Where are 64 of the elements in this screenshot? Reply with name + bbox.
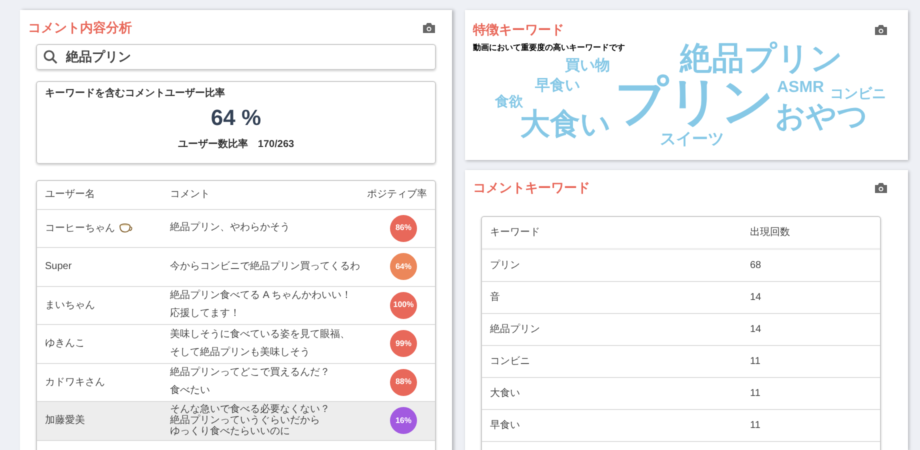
camera-icon[interactable] — [874, 182, 888, 194]
positive-rate-badge: 100% — [390, 292, 417, 319]
comment-row[interactable]: ゆきんこ 美味しそうに食べている姿を見て眼福、 そして絶品プリンも美味しそう 99% — [37, 325, 435, 364]
comment-text: そんな急いで食べる必要なくない？ 絶品プリンっていうぐらいだから ゆっくり食べたらいいのに — [170, 404, 331, 438]
ratio-title: キーワードを含むコメントユーザー比率 — [45, 86, 226, 100]
panel-title: 特徴キーワード — [473, 21, 564, 39]
column-header: ポジティブ率 — [367, 188, 427, 202]
cloud-word: プリン — [615, 76, 774, 128]
count-cell-text: 68 — [750, 258, 762, 272]
keyword-cell-text: 音 — [490, 290, 501, 304]
cloud-word: 早食い — [535, 78, 580, 93]
search-icon — [43, 48, 58, 64]
cloud-word: 食欲 — [495, 94, 523, 108]
cloud-word: 絶品プリン — [680, 42, 843, 74]
search-input[interactable]: 絶品プリン — [66, 46, 429, 66]
comment-text: 美味しそうに食べている姿を見て眼福、 そして絶品プリンも美味しそう — [170, 328, 351, 360]
camera-icon[interactable] — [874, 24, 888, 36]
comment-text: 絶品プリンってどこで買えるんだ？ 食べたい — [170, 366, 331, 398]
column-header: コメント — [170, 188, 211, 202]
panel-subtitle: 動画において重要度の高いキーワードです — [473, 42, 626, 54]
user-name: カドワキさん — [45, 376, 105, 390]
comment-row[interactable]: Super 今からコンビニで絶品プリン買ってくるわ 64% — [37, 248, 435, 286]
count-cell-text: 14 — [750, 290, 762, 304]
comment-row[interactable]: カドワキさん 絶品プリンってどこで買えるんだ？ 食べたい 88% — [37, 364, 435, 402]
column-header: キーワード — [490, 226, 541, 240]
comment-text: 今からコンビニで絶品プリン買ってくるわ — [170, 260, 361, 274]
comment-row[interactable]: コーヒーちゃん 絶品プリン、やわらかそう 86% — [37, 210, 435, 248]
search-field[interactable]: 絶品プリン — [36, 44, 436, 70]
positive-rate-badge: 86% — [390, 214, 417, 242]
comment-text: 絶品プリン食べてる A ちゃんかわいい！ 応援してます！ — [170, 288, 353, 322]
cloud-word: スイーツ — [660, 132, 724, 148]
comment-text: 絶品プリン、やわらかそう — [170, 220, 291, 236]
positive-rate-badge: 99% — [390, 330, 417, 358]
ratio-value: 64 % — [210, 106, 262, 128]
positive-rate-badge: 88% — [390, 368, 417, 396]
cloud-word: ASMR — [777, 80, 824, 96]
count-cell-text: 11 — [750, 354, 760, 368]
comment-row[interactable]: まいちゃん 絶品プリン食べてる A ちゃんかわいい！ 応援してます！ 100% — [37, 286, 435, 325]
panel-title: コメント内容分析 — [28, 19, 132, 37]
keyword-cell-text: 絶品プリン — [490, 322, 541, 336]
user-name: コーヒーちゃん — [45, 222, 115, 236]
user-name: ゆきんこ — [45, 337, 85, 352]
panel-title: コメントキーワード — [473, 179, 590, 197]
column-header: ユーザー名 — [45, 188, 96, 202]
cloud-word: 買い物 — [565, 58, 610, 73]
camera-icon[interactable] — [422, 22, 436, 34]
count-cell-text: 14 — [750, 322, 762, 336]
count-cell-text: 11 — [750, 386, 760, 400]
keyword-cell-text: コンビニ — [490, 354, 531, 368]
column-header: 出現回数 — [750, 226, 790, 240]
keyword-cell-text: 早食い — [490, 418, 521, 432]
ratio-detail: ユーザー数比率 170/263 — [178, 137, 294, 152]
comment-row[interactable]: 加藤愛美 そんな急いで食べる必要なくない？ 絶品プリンっていうぐらいだから ゆっくり食べたらいいのに 16% — [37, 402, 435, 440]
count-cell-text: 11 — [750, 418, 760, 432]
cloud-word: 大食い — [520, 110, 611, 140]
positive-rate-badge: 64% — [390, 253, 417, 280]
user-name: Super — [45, 260, 72, 274]
cloud-word: おやつ — [775, 102, 868, 132]
keyword-cell-text: 大食い — [490, 386, 521, 400]
user-name: まいちゃん — [45, 298, 95, 313]
cloud-word: コンビニ — [830, 86, 886, 100]
keyword-cell-text: プリン — [490, 258, 521, 272]
user-name: 加藤愛美 — [45, 414, 85, 428]
positive-rate-badge: 16% — [390, 407, 417, 434]
